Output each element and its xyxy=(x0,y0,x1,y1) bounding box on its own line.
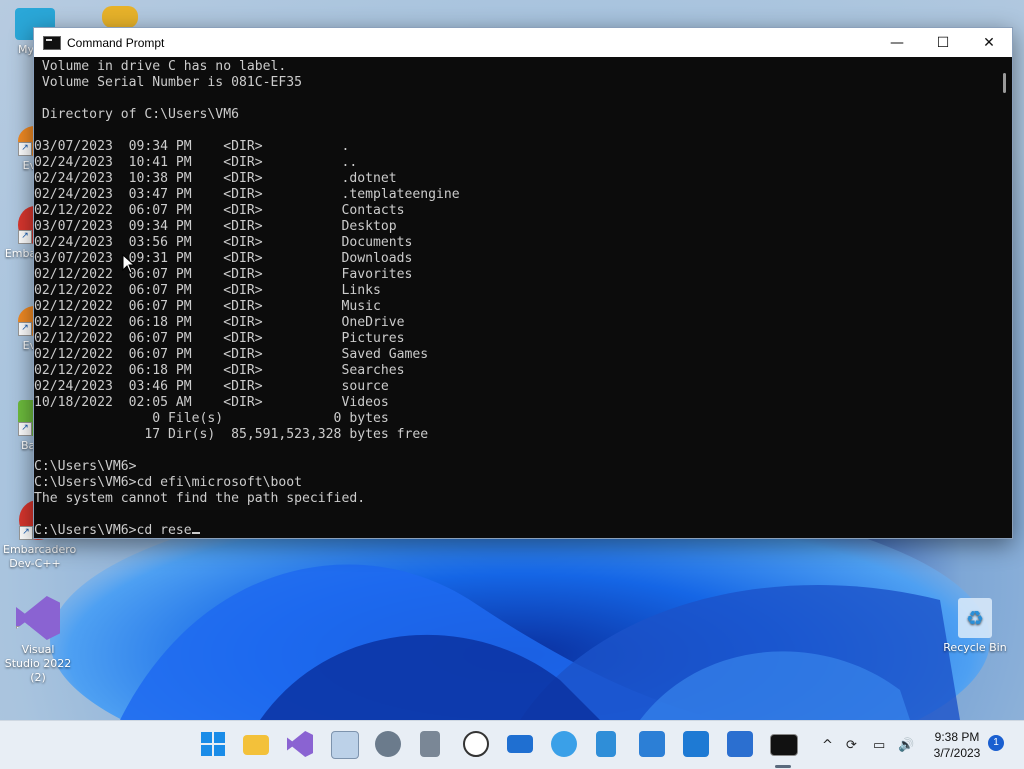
sync-icon[interactable]: ⟳ xyxy=(846,721,857,769)
taskbar: ^ ⟳ ▭ 🔊 9:38 PM 3/7/2023 xyxy=(0,720,1024,769)
command-prompt-line[interactable]: C:\Users\VM6>cd rese xyxy=(34,523,192,538)
clock-time: 9:38 PM xyxy=(934,730,980,744)
volume-button[interactable]: 🔊 xyxy=(898,721,914,769)
command-prompt-window[interactable]: Command Prompt — ☐ ✕ Volume in drive C h… xyxy=(33,27,1013,539)
photos-icon[interactable] xyxy=(727,731,753,757)
minimize-button[interactable]: — xyxy=(874,28,920,57)
title-bar[interactable]: Command Prompt — ☐ ✕ xyxy=(34,28,1012,57)
maximize-icon: ☐ xyxy=(936,34,950,51)
taskbar-clock[interactable]: 9:38 PM 3/7/2023 xyxy=(925,729,989,761)
maps-icon[interactable] xyxy=(551,731,577,757)
vertical-scrollbar[interactable] xyxy=(995,57,1012,538)
start-icon[interactable] xyxy=(200,731,226,757)
desktop-icon-recycle-bin[interactable]: ♻ Recycle Bin xyxy=(940,598,1010,655)
scrollbar-thumb[interactable] xyxy=(1003,73,1006,93)
visual-studio-icon[interactable] xyxy=(287,731,313,757)
chevron-up-icon: ^ xyxy=(822,737,833,753)
maximize-button[interactable]: ☐ xyxy=(920,28,966,57)
calculator-icon[interactable] xyxy=(420,731,440,757)
file-explorer-icon[interactable] xyxy=(243,735,269,755)
network-icon[interactable]: ▭ xyxy=(873,721,885,769)
console-app-icon xyxy=(43,35,61,50)
desktop-icon-visual-studio[interactable]: ↗ Visual Studio 2022 (2) xyxy=(3,596,73,685)
notification-badge[interactable]: 1 xyxy=(988,735,1004,751)
clock-date: 3/7/2023 xyxy=(933,746,981,760)
media-player-icon[interactable] xyxy=(639,731,665,757)
tray-overflow-button[interactable]: ^ xyxy=(822,721,833,769)
mouse-cursor-icon xyxy=(122,254,136,274)
mail-icon[interactable] xyxy=(507,735,533,753)
command-prompt-taskbar-icon[interactable] xyxy=(770,734,798,756)
photo-viewer-icon[interactable] xyxy=(331,731,359,759)
microsoft-store-icon[interactable] xyxy=(683,731,709,757)
console-text: Volume in drive C has no label. Volume S… xyxy=(34,59,460,538)
text-cursor xyxy=(191,532,200,534)
volume-icon: 🔊 xyxy=(898,737,915,753)
clock-app-icon[interactable] xyxy=(463,731,489,757)
recycle-bin-icon: ♻ xyxy=(958,598,992,638)
settings-gear-icon[interactable] xyxy=(375,731,401,757)
close-button[interactable]: ✕ xyxy=(966,28,1012,57)
window-title: Command Prompt xyxy=(67,35,165,50)
minimize-icon: — xyxy=(890,34,904,51)
console-output[interactable]: Volume in drive C has no label. Volume S… xyxy=(34,57,994,538)
close-icon: ✕ xyxy=(983,34,995,51)
visual-studio-icon: ↗ xyxy=(16,596,60,640)
notepad-icon[interactable] xyxy=(596,731,616,757)
pig-icon xyxy=(102,6,138,28)
